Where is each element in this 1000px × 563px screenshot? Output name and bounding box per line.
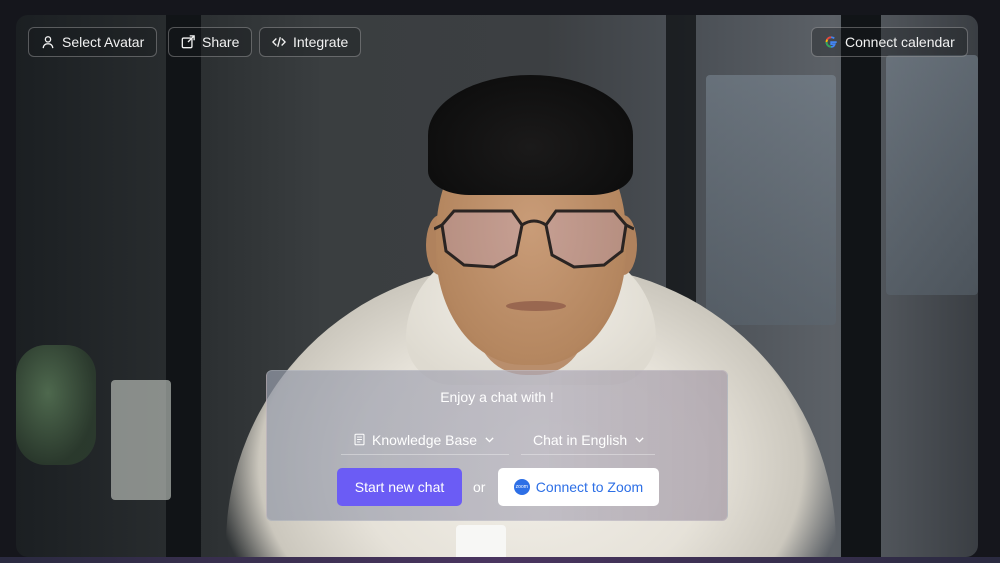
language-label: Chat in English [533, 431, 628, 448]
person-hair [428, 75, 633, 195]
or-separator: or [473, 479, 486, 495]
share-button[interactable]: Share [168, 27, 253, 57]
code-icon [272, 37, 286, 47]
start-new-chat-button[interactable]: Start new chat [337, 468, 462, 506]
integrate-label: Integrate [293, 34, 349, 50]
chat-panel-title: Enjoy a chat with ! [440, 389, 554, 405]
glasses-icon [434, 209, 634, 269]
user-icon [42, 36, 54, 49]
person-badge [456, 525, 506, 557]
book-icon [354, 433, 365, 446]
knowledge-base-label: Knowledge Base [372, 431, 478, 448]
chevron-down-icon [635, 437, 644, 443]
connect-to-zoom-button[interactable]: zoom Connect to Zoom [498, 468, 659, 506]
share-label: Share [202, 34, 240, 50]
external-link-icon [181, 35, 195, 49]
connect-calendar-label: Connect calendar [845, 34, 955, 50]
chevron-down-icon [485, 437, 494, 443]
zoom-logo-icon: zoom [513, 479, 530, 495]
connect-calendar-button[interactable]: Connect calendar [811, 27, 968, 57]
connect-to-zoom-label: Connect to Zoom [535, 479, 644, 495]
language-dropdown[interactable]: Chat in English [521, 425, 655, 455]
video-frame: Select Avatar Share Integrate Connect ca… [16, 15, 978, 557]
chat-panel: Enjoy a chat with ! Knowledge Base Chat … [266, 370, 728, 521]
integrate-button[interactable]: Integrate [259, 27, 362, 57]
select-avatar-label: Select Avatar [62, 34, 145, 50]
start-new-chat-label: Start new chat [354, 479, 445, 495]
select-avatar-button[interactable]: Select Avatar [28, 27, 158, 57]
google-logo-icon [825, 36, 837, 48]
bottom-accent-bar [0, 557, 1000, 563]
person-mouth [506, 301, 566, 311]
knowledge-base-dropdown[interactable]: Knowledge Base [341, 425, 509, 455]
